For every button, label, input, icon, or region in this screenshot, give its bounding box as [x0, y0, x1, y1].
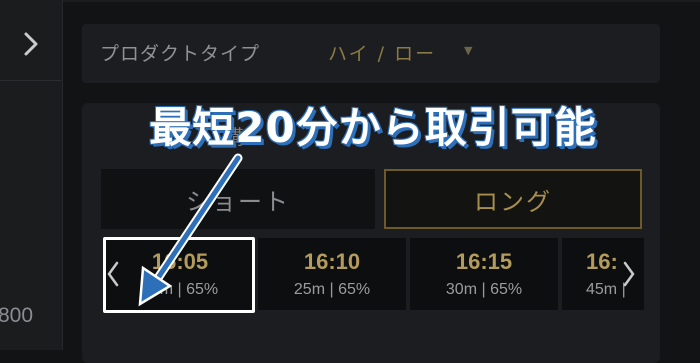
annotation-arrow	[138, 153, 243, 307]
annotation-banner: 最短20分から取引可能	[149, 103, 597, 152]
